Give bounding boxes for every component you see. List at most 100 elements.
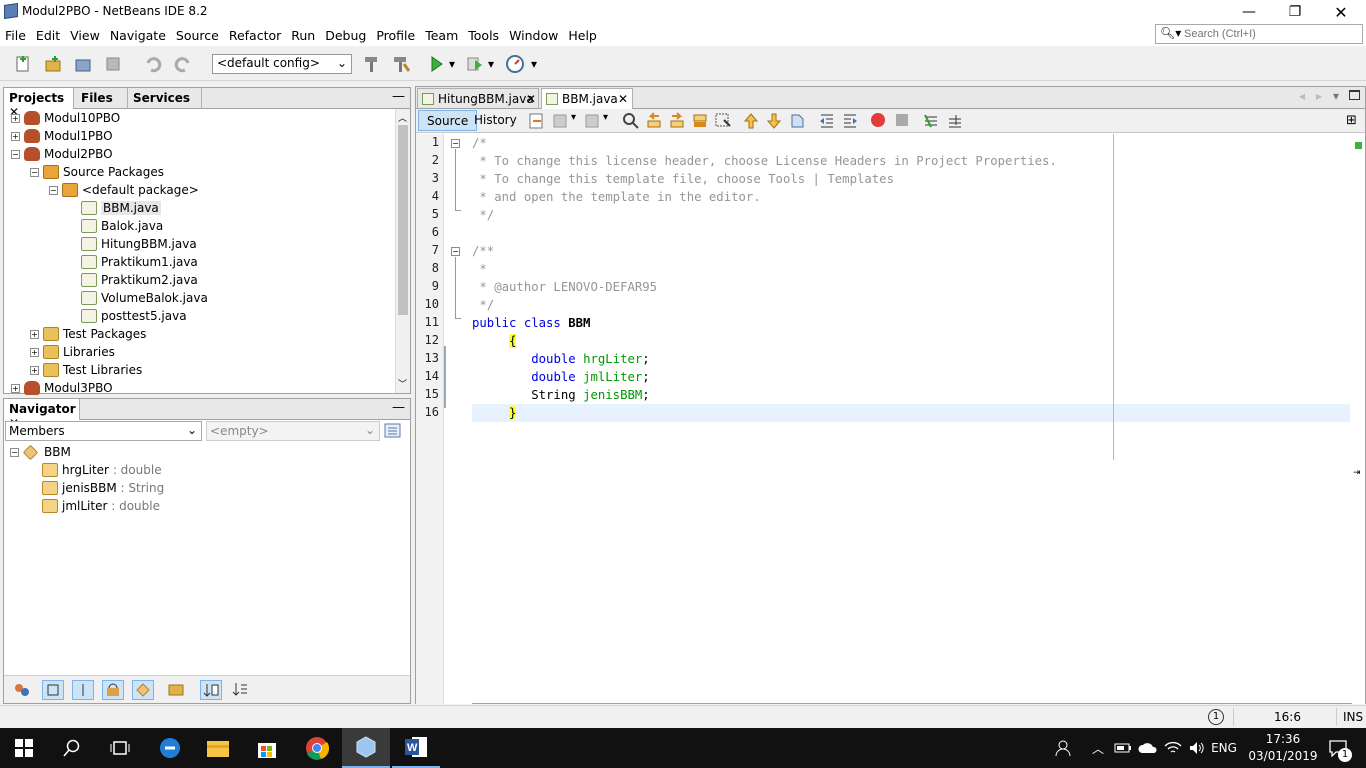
tab-hitungbbm[interactable]: HitungBBM.java ✕ <box>417 88 539 109</box>
tree-item[interactable]: posttest5.java <box>68 307 187 325</box>
filter-static-icon[interactable] <box>102 680 124 700</box>
netbeans-taskbar-icon[interactable] <box>342 728 390 768</box>
clean-build-icon[interactable] <box>390 53 412 75</box>
expand-icon[interactable]: + <box>30 347 39 357</box>
forward-icon[interactable] <box>584 112 602 130</box>
collapse-icon[interactable]: − <box>11 149 20 159</box>
error-stripe[interactable]: ⇥ <box>1352 134 1365 704</box>
close-button[interactable]: ✕ <box>1318 0 1364 24</box>
find-icon[interactable] <box>622 112 640 130</box>
build-hammer-icon[interactable] <box>360 53 382 75</box>
tree-item[interactable]: BBM.java <box>68 199 161 217</box>
empty-select[interactable]: <empty> ⌄ <box>206 421 380 441</box>
search-icon[interactable] <box>48 728 96 768</box>
open-project-icon[interactable] <box>72 53 94 75</box>
menu-team[interactable]: Team <box>420 28 463 43</box>
show-hidden-icons-icon[interactable]: ︿ <box>1088 728 1108 768</box>
tab-services[interactable]: Services <box>128 88 202 109</box>
clock[interactable]: 17:36 03/01/2019 <box>1248 731 1318 767</box>
notifications-icon[interactable]: 1 <box>1208 709 1224 725</box>
collapse-icon[interactable]: − <box>30 167 39 177</box>
navigator-options-icon[interactable] <box>384 422 402 440</box>
scroll-thumb[interactable] <box>398 125 408 315</box>
filter-fields-icon[interactable] <box>42 680 64 700</box>
minimize-panel-icon[interactable]: — <box>392 400 405 415</box>
toggle-bookmark-icon[interactable] <box>788 112 806 130</box>
expand-icon[interactable]: + <box>30 329 39 339</box>
split-editor-icon[interactable]: ⊞ <box>1346 113 1357 128</box>
scroll-tabs-left-icon[interactable]: ◂ <box>1299 89 1305 103</box>
store-icon[interactable] <box>243 728 291 768</box>
menu-view[interactable]: View <box>65 28 105 43</box>
forward-dropdown-icon[interactable]: ▾ <box>603 112 608 123</box>
last-edit-icon[interactable] <box>528 112 546 130</box>
task-view-icon[interactable] <box>96 728 144 768</box>
tree-item[interactable]: − Source Packages <box>30 163 164 181</box>
menu-navigate[interactable]: Navigate <box>105 28 171 43</box>
volume-icon[interactable] <box>1186 728 1208 768</box>
word-taskbar-icon[interactable]: W <box>392 728 440 768</box>
sort-by-name-icon[interactable] <box>230 680 250 700</box>
find-next-icon[interactable] <box>668 112 686 130</box>
scroll-down-icon[interactable]: ﹀ <box>398 377 407 390</box>
debug-project-icon[interactable] <box>464 53 486 75</box>
expand-icon[interactable]: + <box>11 383 20 393</box>
nav-root-class[interactable]: − BBM <box>10 443 71 461</box>
onedrive-icon[interactable] <box>1136 728 1160 768</box>
menu-profile[interactable]: Profile <box>371 28 420 43</box>
tree-item[interactable]: Balok.java <box>68 217 163 235</box>
next-bookmark-icon[interactable] <box>765 112 783 130</box>
comment-icon[interactable] <box>922 112 940 130</box>
menu-refactor[interactable]: Refactor <box>224 28 286 43</box>
run-project-icon[interactable] <box>425 53 447 75</box>
tree-item[interactable]: + Libraries <box>30 343 115 361</box>
find-previous-icon[interactable] <box>645 112 663 130</box>
search-input[interactable] <box>1184 27 1359 41</box>
show-opened-documents-icon[interactable]: ▾ <box>1333 89 1339 103</box>
code-area[interactable]: /* * To change this license header, choo… <box>472 134 1352 704</box>
menu-tools[interactable]: Tools <box>463 28 504 43</box>
tree-item[interactable]: + Modul10PBO <box>11 109 120 127</box>
battery-icon[interactable] <box>1112 728 1134 768</box>
edge-browser-icon[interactable] <box>146 728 194 768</box>
people-icon[interactable] <box>1052 728 1074 768</box>
history-view-button[interactable]: History <box>466 110 525 131</box>
show-inherited-icon[interactable] <box>12 680 32 700</box>
windows-start-icon[interactable] <box>0 728 48 768</box>
run-dropdown-icon[interactable]: ▾ <box>446 53 458 75</box>
tree-item[interactable]: VolumeBalok.java <box>68 289 208 307</box>
tab-files[interactable]: Files <box>76 88 128 109</box>
redo-icon[interactable] <box>172 53 194 75</box>
back-icon[interactable] <box>552 112 570 130</box>
tree-item[interactable]: + Modul1PBO <box>11 127 113 145</box>
nav-member-item[interactable]: jenisBBM : String <box>42 479 164 497</box>
tab-projects[interactable]: Projects ✕ <box>4 88 74 119</box>
maximize-editor-icon[interactable] <box>1349 90 1360 100</box>
menu-help[interactable]: Help <box>563 28 602 43</box>
nav-member-item[interactable]: hrgLiter : double <box>42 461 162 479</box>
tree-item[interactable]: − <default package> <box>49 181 199 199</box>
menu-window[interactable]: Window <box>504 28 563 43</box>
chrome-icon[interactable] <box>293 728 341 768</box>
members-select[interactable]: Members ⌄ <box>5 421 202 441</box>
collapse-icon[interactable]: − <box>10 447 19 457</box>
minimize-button[interactable]: — <box>1226 0 1272 24</box>
toggle-highlight-icon[interactable] <box>714 112 732 130</box>
wifi-icon[interactable] <box>1162 728 1184 768</box>
expand-icon[interactable]: + <box>11 113 20 123</box>
action-center-icon[interactable]: 1 <box>1322 728 1354 768</box>
tree-item[interactable]: Praktikum1.java <box>68 253 198 271</box>
menu-source[interactable]: Source <box>171 28 224 43</box>
nav-member-item[interactable]: jmlLiter : double <box>42 497 160 515</box>
collapse-icon[interactable]: − <box>49 185 58 195</box>
back-dropdown-icon[interactable]: ▾ <box>571 112 576 123</box>
fold-toggle-icon[interactable]: − <box>451 139 460 148</box>
new-project-icon[interactable] <box>42 53 64 75</box>
tree-scrollbar[interactable]: ︿ ﹀ <box>395 109 410 393</box>
search-box[interactable]: 🔍︎▾ <box>1155 24 1363 44</box>
expand-icon[interactable]: + <box>30 365 39 375</box>
shift-right-icon[interactable] <box>841 112 859 130</box>
menu-edit[interactable]: Edit <box>31 28 65 43</box>
tree-item[interactable]: + Test Packages <box>30 325 146 343</box>
close-icon[interactable]: ✕ <box>526 92 536 106</box>
